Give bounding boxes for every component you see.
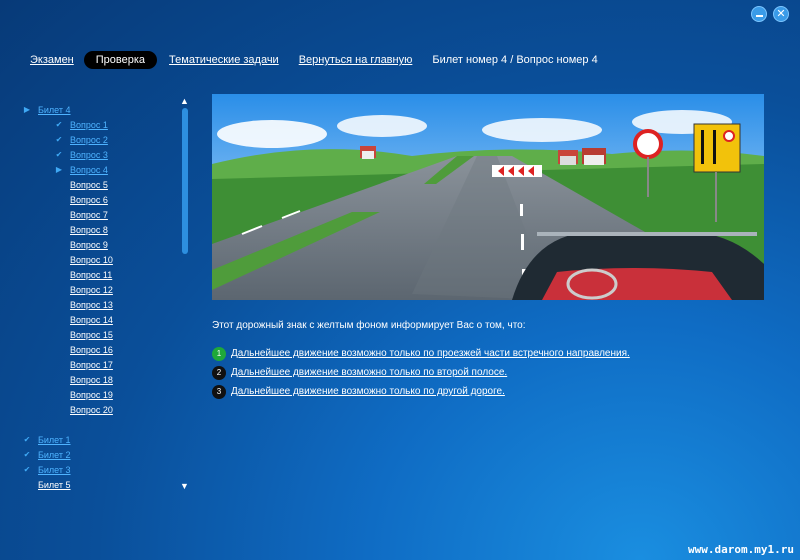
sidebar-ticket-item-label[interactable]: Билет 1 — [38, 434, 71, 446]
scrollbar-thumb[interactable] — [182, 108, 188, 254]
footer-watermark: www.darom.my1.ru — [688, 543, 794, 556]
sidebar-question-item-label[interactable]: Вопрос 13 — [70, 299, 113, 311]
answer-number-badge: 2 — [212, 365, 226, 380]
sidebar-ticket-item-label[interactable]: Билет 3 — [38, 464, 71, 476]
sidebar-question-item-label[interactable]: Вопрос 6 — [70, 194, 108, 206]
checkmark-icon: ✔ — [23, 465, 31, 474]
minimize-icon[interactable] — [751, 6, 767, 22]
sidebar-question-item-label[interactable]: Вопрос 16 — [70, 344, 113, 356]
current-arrow-icon: ▶ — [55, 165, 63, 174]
answer-text-link[interactable]: Дальнейшее движение возможно только по д… — [231, 386, 505, 397]
sidebar-ticket-item-label[interactable]: Билет 2 — [38, 449, 71, 461]
sidebar-question-item-label[interactable]: Вопрос 1 — [70, 119, 108, 131]
sidebar-question-item-label[interactable]: Вопрос 2 — [70, 134, 108, 146]
nav-topics-link[interactable]: Тематические задачи — [169, 54, 279, 66]
checkmark-icon: ✔ — [55, 120, 63, 129]
scroll-down-icon[interactable]: ▼ — [180, 481, 189, 491]
answer-list: 1 Дальнейшее движение возможно только по … — [212, 344, 630, 401]
nav-home-link[interactable]: Вернуться на главную — [299, 54, 413, 66]
nav-check-button[interactable]: Проверка — [83, 51, 158, 69]
answer-option[interactable]: 3 Дальнейшее движение возможно только по … — [212, 382, 630, 401]
sidebar-question-item-label[interactable]: Вопрос 10 — [70, 254, 113, 266]
sidebar-question-item-label[interactable]: Вопрос 4 — [70, 164, 108, 176]
sidebar-question-item-label[interactable]: Вопрос 11 — [70, 269, 112, 281]
road-scene-image — [212, 94, 764, 300]
sidebar-question-item-label[interactable]: Вопрос 18 — [70, 374, 113, 386]
answer-number-badge: 3 — [212, 384, 226, 399]
sidebar-question-item-label[interactable]: Вопрос 15 — [70, 329, 113, 341]
answer-text-link[interactable]: Дальнейшее движение возможно только по п… — [231, 348, 630, 359]
sidebar-question-item-label[interactable]: Вопрос 5 — [70, 179, 108, 191]
checkmark-icon: ✔ — [55, 150, 63, 159]
nav-exam-link[interactable]: Экзамен — [30, 54, 74, 66]
close-icon[interactable]: ✕ — [773, 6, 789, 22]
sidebar-question-item-label[interactable]: Вопрос 17 — [70, 359, 113, 371]
answer-option[interactable]: 1 Дальнейшее движение возможно только по … — [212, 344, 630, 363]
sidebar-question-item-label[interactable]: Вопрос 7 — [70, 209, 108, 221]
scroll-up-icon[interactable]: ▲ — [180, 96, 189, 106]
answer-number-badge: 1 — [212, 346, 226, 361]
answer-text-link[interactable]: Дальнейшее движение возможно только по в… — [231, 367, 507, 378]
title-bar: ✕ — [0, 0, 800, 32]
sidebar-question-item-label[interactable]: Вопрос 8 — [70, 224, 108, 236]
sidebar-question-item-label[interactable]: Вопрос 19 — [70, 389, 113, 401]
checkmark-icon: ✔ — [23, 435, 31, 444]
close-glyph: ✕ — [776, 7, 786, 20]
sidebar-question-item-label[interactable]: Вопрос 9 — [70, 239, 108, 251]
sidebar-current-ticket-label[interactable]: Билет 4 — [38, 104, 71, 116]
main-nav: Экзамен Проверка Тематические задачи Вер… — [30, 50, 598, 70]
sidebar-question-item-label[interactable]: Вопрос 3 — [70, 149, 108, 161]
ticket-sidebar: ▶ Билет 4 ✔ Вопрос 1 ✔ Вопрос 2 ✔ Вопрос 3 ▶ Вопр… — [22, 100, 172, 495]
answer-option[interactable]: 2 Дальнейшее движение возможно только по … — [212, 363, 630, 382]
sidebar-ticket-item-label[interactable]: Билет 5 — [38, 479, 71, 491]
ticket-info: Билет номер 4 / Вопрос номер 4 — [432, 54, 598, 66]
question-text: Этот дорожный знак с желтым фоном информ… — [212, 320, 526, 331]
checkmark-icon: ✔ — [23, 450, 31, 459]
sidebar-question-item-label[interactable]: Вопрос 14 — [70, 314, 113, 326]
checkmark-icon: ✔ — [55, 135, 63, 144]
expand-arrow-icon: ▶ — [23, 105, 31, 114]
sidebar-question-item-label[interactable]: Вопрос 20 — [70, 404, 113, 416]
sidebar-question-item-label[interactable]: Вопрос 12 — [70, 284, 113, 296]
